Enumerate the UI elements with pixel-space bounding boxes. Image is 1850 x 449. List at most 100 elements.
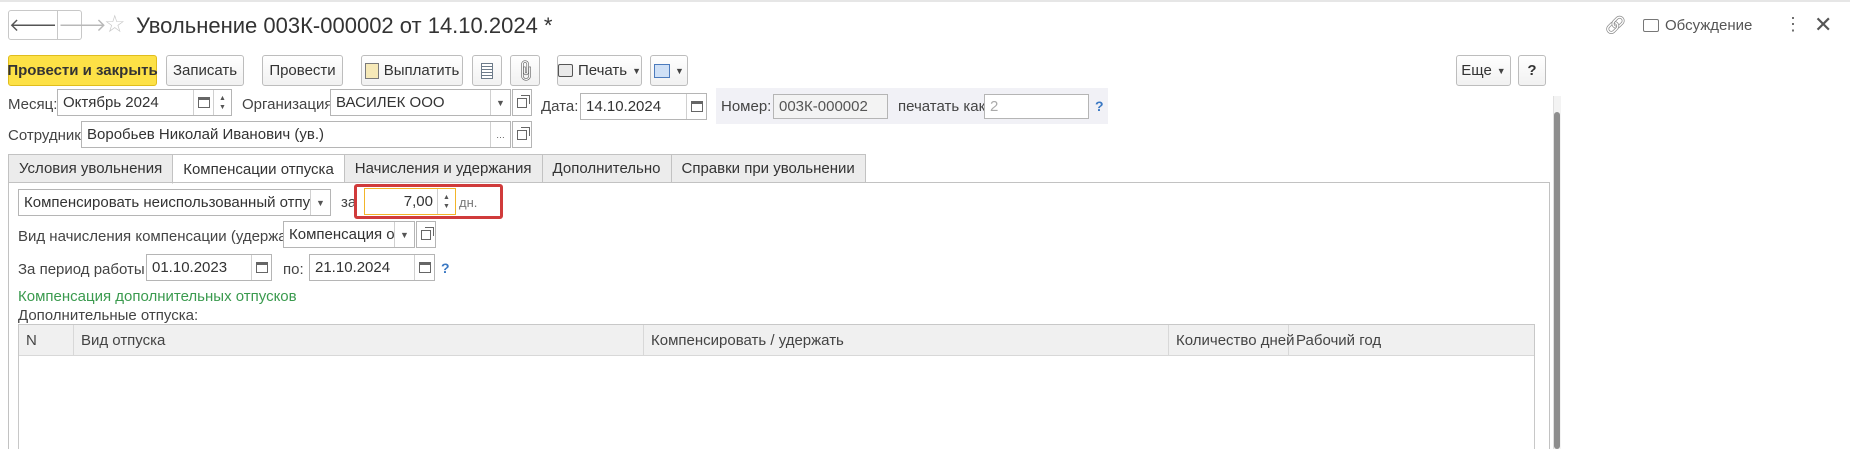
- arrow-left-icon: 🡐: [9, 14, 58, 35]
- close-icon[interactable]: ✕: [1814, 12, 1832, 38]
- paperclip-icon: 📎︎: [511, 57, 538, 85]
- period-from-field[interactable]: 01.10.2023: [146, 254, 272, 281]
- save-button[interactable]: Записать: [166, 55, 244, 86]
- help-button[interactable]: ?: [1518, 55, 1546, 86]
- top-border: [0, 0, 1850, 2]
- export-button[interactable]: ▼: [650, 55, 688, 86]
- calendar-icon: [197, 97, 210, 108]
- number-help-icon[interactable]: ?: [1095, 98, 1104, 114]
- print-as-placeholder: 2: [990, 98, 999, 115]
- more-button[interactable]: Еще ▼: [1456, 55, 1511, 86]
- date-value: 14.10.2024: [586, 98, 662, 115]
- compensation-mode-select[interactable]: Компенсировать неиспользованный отпуск ▼: [18, 189, 331, 216]
- employee-label: Сотрудник:: [8, 127, 86, 144]
- date-calendar-button[interactable]: [686, 94, 706, 119]
- chevron-down-icon: ▼: [1496, 65, 1506, 76]
- column-header-days[interactable]: Количество дней: [1169, 325, 1294, 356]
- accrual-type-open-button[interactable]: [416, 221, 436, 248]
- calendar-icon: [418, 262, 431, 273]
- more-menu-icon[interactable]: ⋮: [1784, 14, 1802, 35]
- print-button[interactable]: Печать ▼: [557, 55, 642, 86]
- period-to-field[interactable]: 21.10.2024: [309, 254, 435, 281]
- payment-doc-icon: [364, 62, 379, 79]
- column-header-vacation-type[interactable]: Вид отпуска: [74, 325, 644, 356]
- tab-label: Условия увольнения: [19, 160, 163, 177]
- employee-select-button[interactable]: …: [490, 122, 510, 147]
- post-button[interactable]: Провести: [262, 55, 343, 86]
- back-button[interactable]: 🡐: [9, 11, 57, 39]
- employee-field[interactable]: Воробьев Николай Иванович (ув.) …: [81, 121, 511, 148]
- tab-accruals-deductions[interactable]: Начисления и удержания: [343, 154, 542, 183]
- employee-value: Воробьев Николай Иванович (ув.): [87, 126, 325, 143]
- discuss-button[interactable]: Обсуждение: [1643, 17, 1752, 34]
- accrual-type-dropdown[interactable]: ▼: [394, 222, 414, 247]
- document-list-button[interactable]: [472, 55, 502, 86]
- print-as-label: печатать как:: [898, 98, 990, 115]
- save-label: Записать: [172, 62, 238, 79]
- org-label: Организация:: [242, 96, 337, 113]
- column-label: Компенсировать / удержать: [651, 332, 844, 349]
- month-calendar-button[interactable]: [193, 90, 213, 115]
- link-icon[interactable]: 🔗︎: [1604, 15, 1627, 36]
- tab-label: Справки при увольнении: [681, 160, 855, 177]
- calendar-icon: [690, 101, 703, 112]
- tab-dismissal-certificates[interactable]: Справки при увольнении: [670, 154, 866, 183]
- attachments-button[interactable]: 📎︎: [510, 55, 540, 86]
- period-from-value: 01.10.2023: [152, 259, 228, 276]
- org-open-button[interactable]: [512, 89, 532, 116]
- tab-additional[interactable]: Дополнительно: [541, 154, 671, 183]
- compensation-mode-value: Компенсировать неиспользованный отпуск: [24, 194, 310, 211]
- accrual-type-label: Вид начисления компенсации (удержания):: [18, 228, 321, 245]
- column-header-work-year[interactable]: Рабочий год: [1289, 325, 1534, 356]
- org-field[interactable]: ВАСИЛЕК ООО ▼: [330, 89, 511, 116]
- favorite-star-icon[interactable]: ☆: [104, 12, 126, 38]
- tab-label: Начисления и удержания: [354, 160, 532, 177]
- chevron-down-icon: ▼: [496, 97, 505, 108]
- month-field[interactable]: Октябрь 2024 ▲ ▼: [57, 89, 232, 116]
- calendar-icon: [255, 262, 268, 273]
- post-and-close-button[interactable]: Провести и закрыть: [7, 55, 158, 86]
- arrow-right-icon: 🡒: [58, 14, 107, 35]
- accrual-type-field[interactable]: Компенсация отпуска ▼: [283, 221, 415, 248]
- pay-button[interactable]: Выплатить: [361, 55, 463, 86]
- open-icon: [421, 226, 434, 240]
- period-from-calendar-button[interactable]: [251, 255, 271, 280]
- tab-vacation-compensation[interactable]: Компенсации отпуска: [172, 154, 344, 184]
- column-header-n[interactable]: N: [19, 325, 74, 356]
- days-input[interactable]: 7,00 ▲ ▼: [364, 188, 456, 215]
- org-value: ВАСИЛЕК ООО: [336, 94, 445, 111]
- accrual-type-value: Компенсация отпуска: [289, 226, 394, 243]
- days-value: 7,00: [403, 193, 433, 210]
- discuss-label: Обсуждение: [1665, 17, 1753, 34]
- table-header: N Вид отпуска Компенсировать / удержать …: [19, 325, 1534, 356]
- scrollbar-thumb[interactable]: [1554, 112, 1560, 449]
- column-label: N: [26, 332, 37, 349]
- date-label: Дата:: [541, 98, 579, 115]
- list-icon: [481, 62, 493, 79]
- extra-vacations-label: Дополнительные отпуска:: [18, 307, 199, 324]
- open-icon: [517, 126, 530, 140]
- month-label: Месяц:: [8, 96, 58, 113]
- chat-icon: [1643, 19, 1659, 32]
- print-as-field[interactable]: 2: [984, 94, 1089, 119]
- chevron-down-icon: ▼: [675, 65, 684, 76]
- number-field[interactable]: 003К-000002: [773, 94, 888, 119]
- period-help-icon[interactable]: ?: [441, 260, 450, 276]
- compensation-mode-dropdown[interactable]: ▼: [310, 190, 330, 215]
- date-field[interactable]: 14.10.2024: [580, 93, 707, 120]
- chevron-down-icon: ▼: [316, 197, 325, 208]
- month-stepper[interactable]: ▲ ▼: [213, 90, 231, 115]
- tab-dismissal-conditions[interactable]: Условия увольнения: [8, 154, 173, 183]
- column-header-compensate[interactable]: Компенсировать / удержать: [644, 325, 1169, 356]
- employee-open-button[interactable]: [512, 121, 532, 148]
- print-label: Печать: [577, 62, 628, 79]
- chevron-down-icon: ▼: [400, 229, 409, 240]
- column-label: Количество дней: [1176, 332, 1295, 349]
- forward-button[interactable]: 🡒: [57, 11, 107, 39]
- column-label: Вид отпуска: [81, 332, 166, 349]
- extra-vacations-link[interactable]: Компенсация дополнительных отпусков: [18, 288, 297, 305]
- days-stepper[interactable]: ▲ ▼: [437, 189, 455, 214]
- period-to-calendar-button[interactable]: [414, 255, 434, 280]
- org-dropdown-button[interactable]: ▼: [490, 90, 510, 115]
- post-label: Провести: [269, 62, 336, 79]
